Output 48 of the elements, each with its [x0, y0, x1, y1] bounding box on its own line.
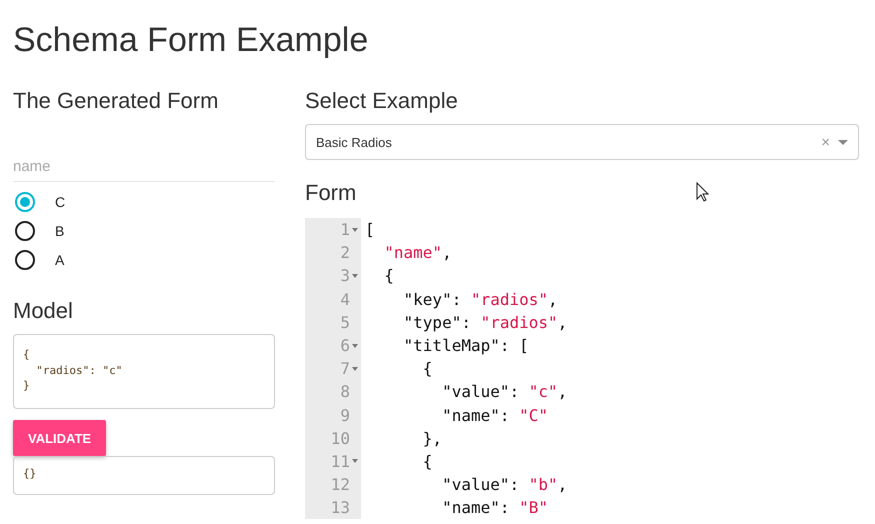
- line-number: 2: [340, 242, 350, 264]
- mouse-pointer-icon: [696, 182, 709, 202]
- example-select[interactable]: Basic Radios ×: [305, 124, 859, 160]
- fold-icon[interactable]: [352, 274, 358, 278]
- radio-icon[interactable]: [15, 250, 35, 270]
- line-number: 10: [330, 428, 350, 450]
- line-number: 6: [340, 334, 350, 357]
- validation-result: {}: [13, 456, 275, 495]
- line-number: 4: [340, 288, 350, 311]
- radio-option[interactable]: A: [13, 245, 64, 274]
- section-heading: Form: [305, 180, 356, 206]
- fold-icon[interactable]: [352, 228, 358, 232]
- line-number: 13: [330, 497, 350, 520]
- fold-icon[interactable]: [352, 344, 358, 348]
- line-number: 8: [340, 381, 350, 404]
- code-line: "key": "radios",: [402, 288, 558, 311]
- code-line: "type": "radios",: [402, 312, 568, 334]
- section-heading: Select Example: [305, 88, 458, 114]
- page-title: Schema Form Example: [13, 20, 368, 61]
- radio-icon[interactable]: [15, 220, 35, 240]
- line-number: 3: [340, 265, 350, 288]
- code-line: {: [383, 265, 394, 288]
- code-line: {: [422, 450, 432, 473]
- code-line: [: [365, 219, 375, 241]
- line-number: 11: [330, 450, 350, 473]
- model-json: { "radios": "c" }: [13, 334, 275, 409]
- code-line: "value": "c",: [441, 381, 568, 404]
- code-line: "titleMap": [: [402, 334, 529, 357]
- line-number: 7: [340, 358, 350, 380]
- dropdown-caret-icon[interactable]: [838, 140, 848, 144]
- code-line: "name",: [383, 242, 452, 264]
- fold-icon[interactable]: [352, 366, 358, 371]
- code-line: "value": "b",: [441, 474, 568, 496]
- radio-option[interactable]: C: [13, 187, 66, 216]
- line-number: 1: [340, 219, 350, 241]
- code-line: },: [422, 428, 442, 450]
- line-number: 5: [340, 312, 350, 334]
- radio-option[interactable]: B: [13, 216, 64, 245]
- line-number: 12: [330, 474, 350, 496]
- code-line: {: [422, 358, 432, 380]
- code-line: "name": "B": [441, 497, 548, 520]
- fold-icon[interactable]: [352, 459, 358, 464]
- section-heading: The Generated Form: [13, 88, 218, 114]
- code-line: "name": "C": [441, 404, 548, 426]
- radio-icon[interactable]: [15, 192, 35, 212]
- line-number: 9: [340, 404, 350, 426]
- field-label: name: [13, 158, 275, 182]
- section-heading: Model: [13, 298, 73, 324]
